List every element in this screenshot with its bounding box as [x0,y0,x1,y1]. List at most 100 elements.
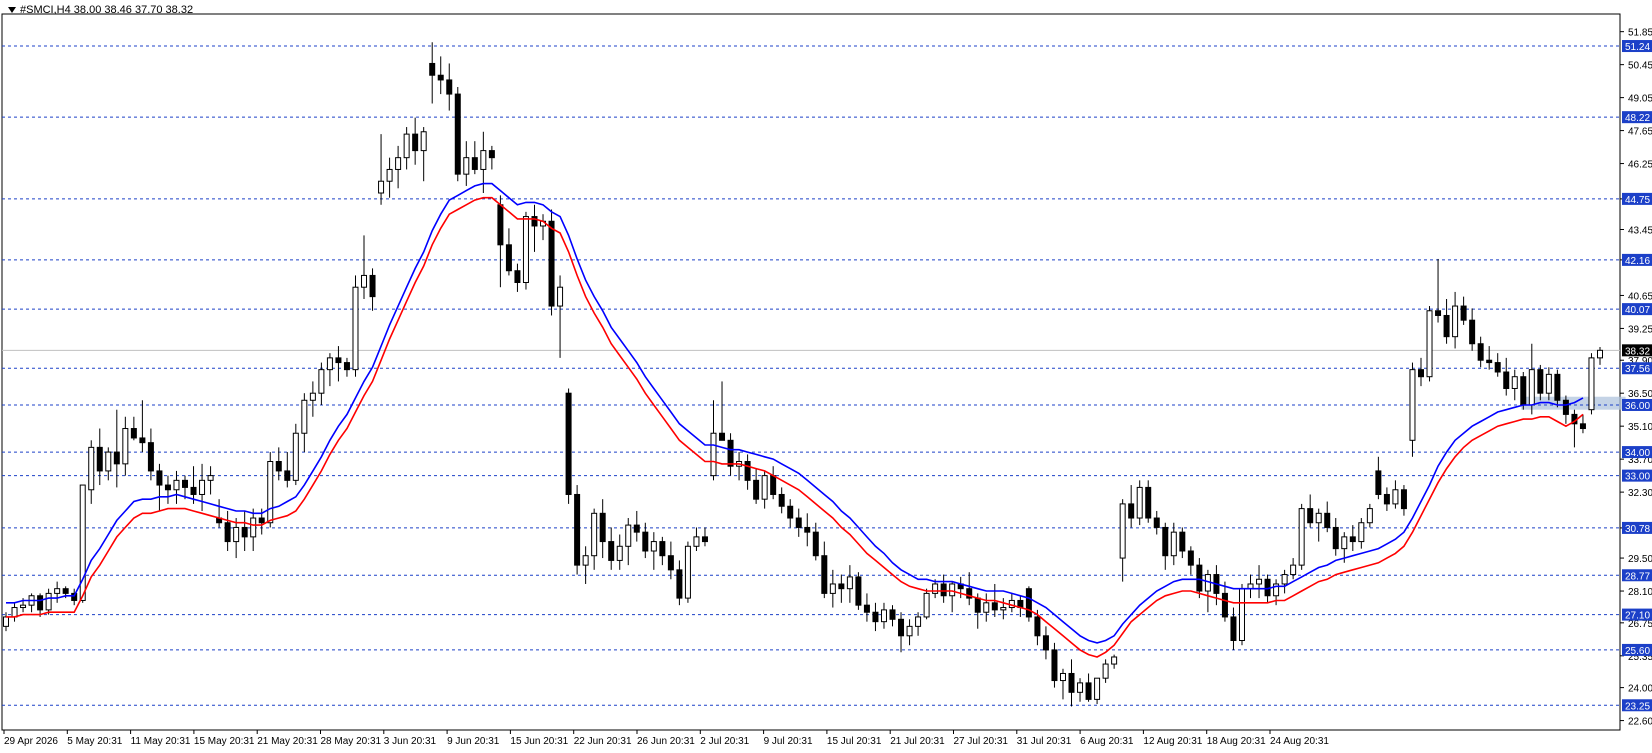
candle-body [1000,607,1007,611]
ma-fast-line [6,182,1584,644]
candle-body [1153,517,1160,528]
candle-body [778,493,785,507]
candle-body [471,157,478,170]
candle-body [1034,616,1041,637]
x-tick-label: 24 Aug 20:31 [1270,736,1329,747]
level-label: 23.25 [1625,701,1650,712]
candle-body [164,484,171,491]
x-tick-label: 5 May 20:31 [67,736,122,747]
candle-body [130,428,137,439]
y-tick-label: 39.25 [1628,324,1652,335]
candle-body [753,479,760,500]
y-tick-label: 50.45 [1628,61,1652,72]
x-tick-label: 15 May 20:31 [194,736,255,747]
candle-body [1145,486,1152,519]
candle-body [855,576,862,606]
candle-body [182,479,189,488]
x-tick-label: 3 Jun 20:31 [384,736,437,747]
candle-body [326,357,333,371]
candle-body [565,392,572,495]
candle-body [318,369,325,394]
candle-body [250,517,257,538]
y-tick-label: 22.60 [1628,717,1652,728]
candle-body [1281,574,1288,585]
candle-body [1528,369,1535,406]
candle-body [1256,578,1263,585]
candle-body [1059,672,1066,682]
candle-body [446,79,453,95]
candle-body [113,451,120,465]
candle-body [880,609,887,623]
level-label: 33.00 [1625,472,1650,483]
candle-body [335,357,342,364]
candle-body [1179,531,1186,552]
candle-body [454,93,461,175]
candle-body [616,545,623,561]
candle-body [1460,305,1467,321]
candle-body [62,588,69,594]
chart-root[interactable]: #SMCI,H4 38.00 38.46 37.70 38.32 51.85 50… [0,0,1652,748]
symbol-title: #SMCI,H4 38.00 38.46 37.70 38.32 [8,4,193,16]
candle-body [1597,349,1603,359]
candle-body [1579,423,1586,430]
candle-body [1051,649,1058,682]
candle-body [1494,362,1501,373]
candle-body [1102,663,1109,679]
candle-body [804,526,811,533]
level-label: 25.60 [1625,646,1650,657]
candle-body [872,611,879,623]
dropdown-arrow-icon[interactable] [8,7,16,14]
candle-body [1025,588,1032,618]
candle-body [1375,470,1382,495]
level-label: 27.10 [1625,611,1650,622]
candle-body [361,274,368,288]
candle-body [139,437,146,444]
candle-body [574,493,581,566]
candle-body [309,392,316,401]
x-tick-label: 2 Jul 20:31 [700,736,749,747]
candle-body [1554,373,1561,401]
candle-body [1511,376,1518,389]
candle-body [846,576,853,590]
candle-body [770,475,777,495]
y-tick-label: 40.65 [1628,291,1652,302]
candle-body [1417,369,1424,378]
candle-body [1324,512,1331,528]
candle-body [1196,564,1203,592]
candle-body [838,583,845,590]
candle-body [1128,503,1135,519]
candle-body [599,512,606,543]
price-chart[interactable]: 51.85 50.45 49.05 47.65 46.25 44.75 43.45 42.16… [0,0,1652,748]
candle-body [1503,371,1510,389]
candle-body [949,583,956,597]
candle-body [1290,564,1297,576]
y-tick-label: 28.10 [1628,587,1652,598]
x-tick-label: 12 Aug 20:31 [1143,736,1202,747]
candle-body [1588,357,1595,411]
candle-body [147,442,154,472]
candle-body [463,157,470,175]
x-tick-label: 21 May 20:31 [257,736,318,747]
level-label: 51.24 [1625,42,1650,53]
x-tick-label: 15 Jul 20:31 [827,736,882,747]
candle-body [1230,616,1237,642]
candle-body [1520,376,1527,406]
candle-body [795,517,802,528]
candle-body [88,446,95,491]
candle-body [96,446,103,472]
candle-body [1545,373,1552,394]
candle-body [1562,399,1569,415]
candle-body [761,475,768,500]
candle-body [1452,305,1459,338]
level-label: 44.75 [1625,195,1650,206]
candle-body [591,512,598,557]
x-tick-label: 27 Jul 20:31 [954,736,1009,747]
candle-body [1392,489,1399,505]
candle-body [1315,512,1322,524]
candle-body [1221,592,1228,618]
level-label: 42.16 [1625,256,1650,267]
candle-body [403,133,410,159]
x-tick-label: 21 Jul 20:31 [890,736,945,747]
candle-body [258,517,265,524]
candle-body [224,522,231,543]
